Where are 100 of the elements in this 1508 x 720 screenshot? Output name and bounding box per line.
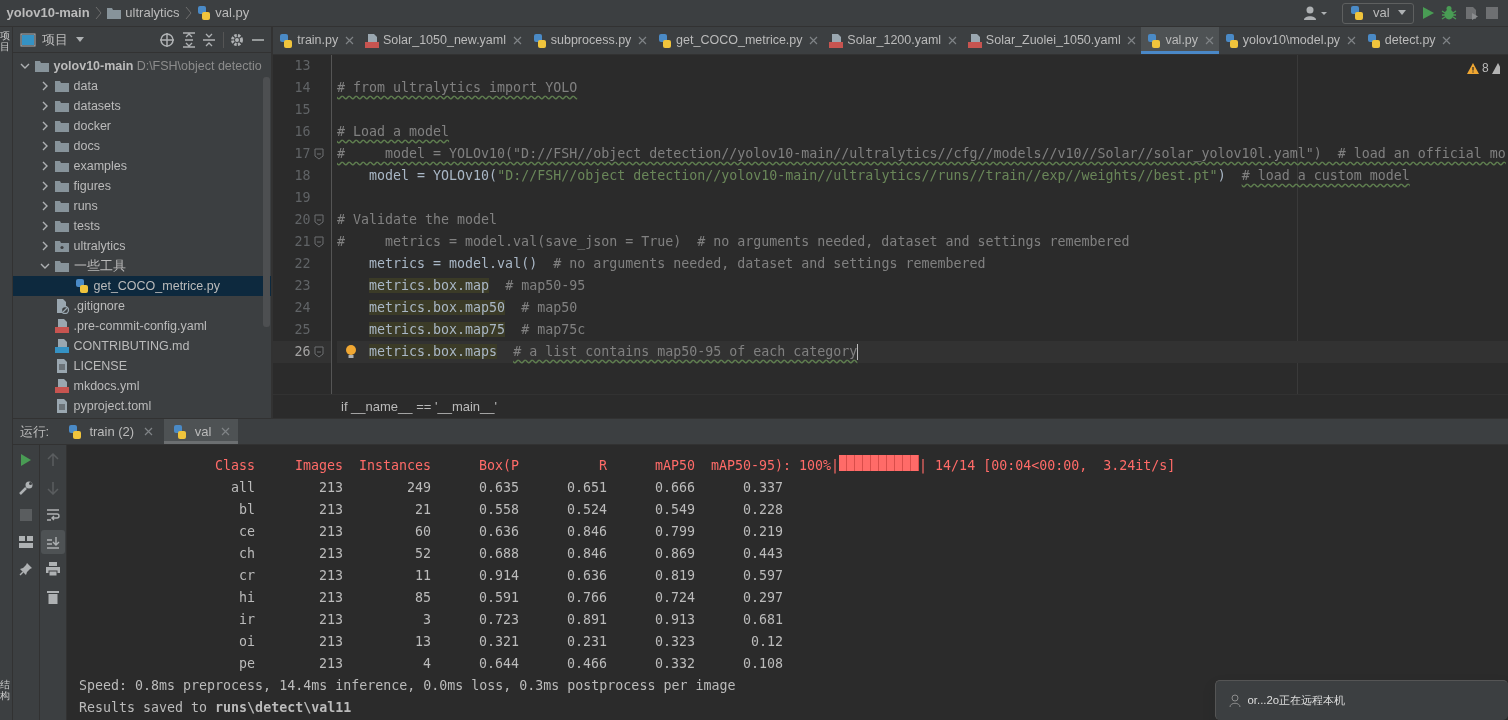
editor-tab[interactable]: subprocess.py (526, 27, 652, 54)
editor-tab[interactable]: detect.py (1360, 27, 1457, 54)
run-icon[interactable] (1420, 6, 1435, 20)
layout-icon[interactable] (19, 536, 33, 548)
close-icon[interactable] (344, 36, 354, 45)
close-icon[interactable] (512, 36, 522, 45)
table-cell-text: 0.688 (477, 545, 519, 563)
tree-item[interactable]: docs (13, 136, 271, 157)
close-icon[interactable] (1346, 36, 1356, 45)
warning-count[interactable]: 8 (1482, 59, 1489, 77)
close-icon[interactable] (1204, 36, 1214, 45)
run-tab[interactable]: train (2) (58, 419, 161, 444)
table-cell-text: 0.891 (565, 611, 607, 629)
close-icon[interactable] (1127, 36, 1137, 45)
close-icon[interactable] (947, 36, 957, 45)
close-icon[interactable] (637, 36, 647, 45)
tree-item[interactable]: 一些工具 (13, 256, 271, 277)
editor-tab[interactable]: yolov10\model.py (1218, 27, 1361, 54)
crosshair-icon[interactable] (159, 31, 175, 48)
python-file-icon (278, 32, 294, 49)
folder-icon (54, 218, 71, 235)
bug-icon[interactable] (1441, 5, 1458, 21)
table-cell-text: 0.297 (741, 589, 783, 607)
editor-tab[interactable]: Solar_Zuolei_1050.yaml (961, 27, 1142, 54)
fold-marker-icon[interactable] (313, 346, 324, 358)
wrench-icon[interactable] (19, 480, 33, 495)
tree-item[interactable]: docker (13, 116, 271, 137)
scroll-to-end-icon[interactable] (46, 535, 60, 549)
table-cell-text: 213 (317, 611, 343, 629)
editor-tab[interactable]: Solar_1050_new.yaml (358, 27, 527, 54)
tree-item[interactable]: get_COCO_metrice.py (13, 276, 271, 297)
table-cell-text: 213 (317, 479, 343, 497)
fold-marker-icon[interactable] (313, 148, 324, 160)
user-icon[interactable] (1303, 5, 1330, 21)
collapse-all-icon[interactable] (202, 31, 216, 48)
breadcrumb-item[interactable]: yolov10-main (6, 3, 90, 23)
close-icon[interactable] (809, 36, 819, 45)
expand-all-icon[interactable] (181, 31, 196, 48)
coverage-icon[interactable] (1463, 5, 1480, 21)
table-cell-text: 213 (317, 655, 343, 673)
table-cell-text: 0.549 (653, 501, 695, 519)
fold-marker-icon[interactable] (313, 236, 324, 248)
tree-item[interactable]: LICENSE (13, 356, 271, 377)
tree-item[interactable]: .pre-commit-config.yaml (13, 316, 271, 337)
tool-window-tab[interactable]: 项目 (0, 30, 10, 53)
editor-breadcrumb[interactable]: if __name__ == '__main__' (341, 396, 498, 417)
folder-icon (106, 5, 123, 21)
lightbulb-icon[interactable] (345, 344, 357, 360)
run-tab[interactable]: val (164, 419, 239, 444)
tool-window-tab[interactable]: 结构 (0, 678, 10, 701)
tree-item[interactable]: yolov10-main D:\FSH\object detectio (13, 56, 271, 77)
table-cell-text: 0.443 (741, 545, 783, 563)
editor-tab[interactable]: train.py (273, 27, 359, 54)
table-cell-text: 52 (414, 545, 431, 563)
editor-tab[interactable]: Solar_1200.yaml (823, 27, 962, 54)
close-icon[interactable] (1442, 36, 1452, 45)
tree-item[interactable]: datasets (13, 96, 271, 117)
editor-tab[interactable]: val.py (1141, 27, 1219, 54)
table-cell-text: 213 (317, 545, 343, 563)
python-file-icon (1223, 32, 1240, 49)
tree-item[interactable]: pyproject.toml (13, 396, 271, 417)
tree-item[interactable]: examples (13, 156, 271, 177)
close-icon[interactable] (221, 427, 231, 436)
pin-icon[interactable] (19, 562, 33, 577)
caret-icon[interactable] (1397, 10, 1408, 16)
tree-item[interactable]: figures (13, 176, 271, 197)
table-cell-text: 0.724 (653, 589, 695, 607)
table-cell-text: 0.636 (565, 567, 607, 585)
run-icon[interactable] (20, 453, 32, 468)
user-icon (1229, 693, 1241, 708)
tree-item[interactable]: mkdocs.yml (13, 376, 271, 397)
tree-item[interactable]: .gitignore (13, 296, 271, 317)
caret-icon[interactable] (74, 36, 85, 43)
code-line: # Load a model (337, 124, 450, 139)
column-header: mAP50 (653, 457, 695, 475)
soft-wrap-icon[interactable] (46, 507, 60, 522)
python-file-icon (172, 423, 189, 440)
tree-item[interactable]: ultralytics (13, 236, 271, 257)
print-icon[interactable] (46, 562, 60, 577)
close-icon[interactable] (143, 427, 153, 436)
settings-icon[interactable] (230, 32, 244, 47)
table-cell-text: oi (238, 633, 255, 651)
table-cell-text: 21 (414, 501, 431, 519)
tree-item[interactable]: runs (13, 196, 271, 217)
tree-item[interactable]: CONTRIBUTING.md (13, 336, 271, 357)
breadcrumb-item[interactable]: val.py (215, 3, 250, 23)
editor-tab[interactable]: get_COCO_metrice.py (651, 27, 824, 54)
fold-marker-icon[interactable] (313, 214, 324, 226)
view-dropdown[interactable]: 项目 (42, 29, 85, 50)
tree-item[interactable]: data (13, 76, 271, 97)
table-cell-text: all (229, 479, 255, 497)
table-cell-text: ch (238, 545, 255, 563)
notification[interactable]: or...2o正在远程本机 (1215, 680, 1508, 720)
scrollbar[interactable] (263, 77, 270, 327)
trash-icon[interactable] (47, 589, 59, 604)
run-config-dropdown[interactable]: val (1342, 2, 1415, 24)
stop-icon[interactable] (1486, 7, 1499, 19)
tree-item[interactable]: tests (13, 216, 271, 237)
breadcrumb-item[interactable]: ultralytics (125, 3, 180, 23)
python-file-icon (74, 278, 91, 295)
